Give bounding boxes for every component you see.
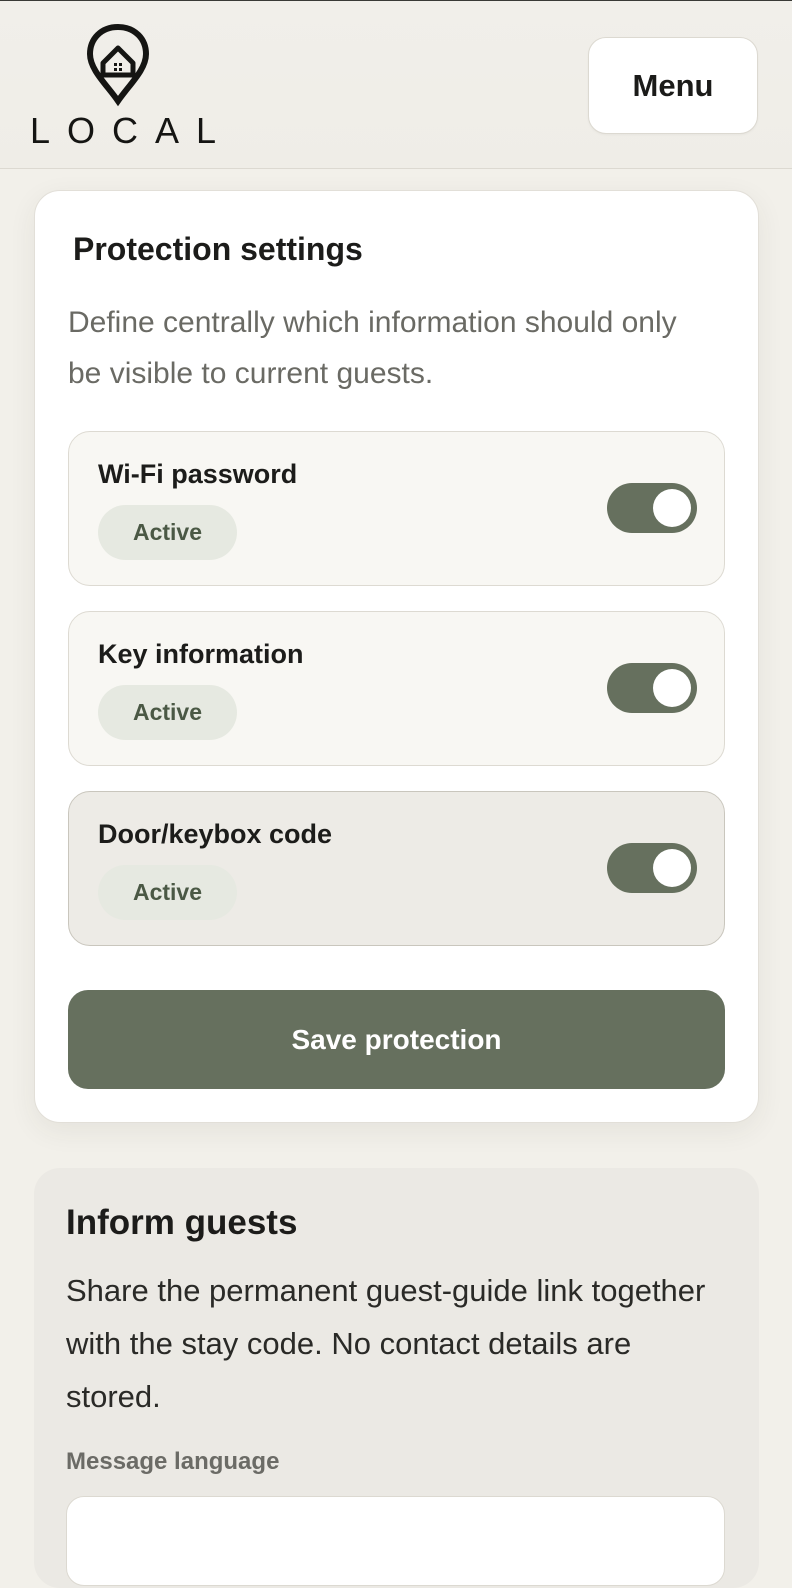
- toggle-knob: [653, 489, 691, 527]
- status-badge: Active: [98, 685, 237, 740]
- key-information-toggle[interactable]: [607, 663, 697, 713]
- protection-item-door-keybox-code: Door/keybox code Active: [68, 791, 725, 946]
- wifi-password-toggle[interactable]: [607, 483, 697, 533]
- protection-settings-description: Define centrally which information shoul…: [68, 306, 677, 390]
- status-badge: Active: [98, 505, 237, 560]
- toggle-knob: [653, 669, 691, 707]
- protection-item-label: Key information: [98, 639, 304, 669]
- door-keybox-code-toggle[interactable]: [607, 843, 697, 893]
- protection-settings-card: Protection settings Define centrally whi…: [34, 190, 759, 1123]
- save-protection-button[interactable]: Save protection: [68, 990, 725, 1089]
- status-badge: Active: [98, 865, 237, 920]
- inform-guests-title: Inform guests: [66, 1203, 298, 1242]
- message-language-select[interactable]: [66, 1496, 725, 1586]
- toggle-knob: [653, 849, 691, 887]
- menu-button[interactable]: Menu: [588, 37, 758, 134]
- local-logo[interactable]: LOCAL: [30, 23, 234, 151]
- top-bar: LOCAL Menu: [0, 0, 792, 169]
- protection-item-label: Door/keybox code: [98, 819, 333, 849]
- logo-text: LOCAL: [30, 110, 234, 151]
- inform-guests-description: Share the permanent guest-guide link tog…: [66, 1273, 706, 1414]
- protection-settings-title: Protection settings: [73, 231, 363, 267]
- protection-item-label: Wi-Fi password: [98, 459, 298, 489]
- protection-item-wifi-password: Wi-Fi password Active: [68, 431, 725, 586]
- protection-item-key-information: Key information Active: [68, 611, 725, 766]
- inform-guests-card: Inform guests Share the permanent guest-…: [34, 1168, 759, 1588]
- location-pin-house-icon: [86, 23, 150, 107]
- message-language-label: Message language: [66, 1448, 280, 1475]
